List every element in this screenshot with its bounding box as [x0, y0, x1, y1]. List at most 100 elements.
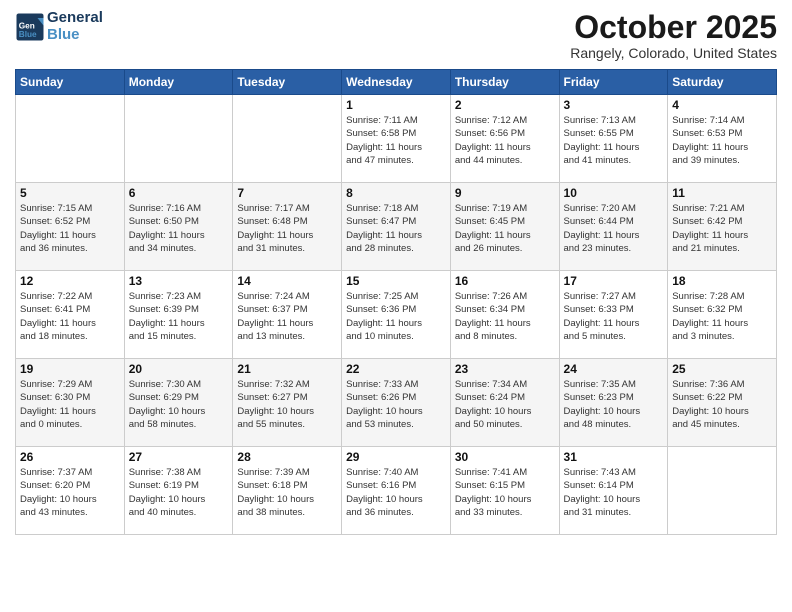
calendar-cell: 17 Sunrise: 7:27 AM Sunset: 6:33 PM Dayli… [559, 271, 668, 359]
day-info: Sunrise: 7:12 AM Sunset: 6:56 PM Dayligh… [455, 114, 555, 167]
svg-text:Blue: Blue [19, 29, 37, 38]
day-info: Sunrise: 7:23 AM Sunset: 6:39 PM Dayligh… [129, 290, 229, 343]
calendar-cell: 16Sunrise: 7:26 AM Sunset: 6:34 PM Dayli… [450, 271, 559, 359]
day-number: 10 [564, 186, 664, 200]
calendar-week-4: 19 Sunrise: 7:29 AM Sunset: 6:30 PM Dayli… [16, 359, 777, 447]
day-number: 14 [237, 274, 337, 288]
logo-line1: General [47, 10, 103, 27]
calendar-cell: 22Sunrise: 7:33 AM Sunset: 6:26 PM Dayli… [342, 359, 451, 447]
calendar-cell: 31 Sunrise: 7:43 AM Sunset: 6:14 PM Dayli… [559, 447, 668, 535]
calendar-cell: 21Sunrise: 7:32 AM Sunset: 6:27 PM Dayli… [233, 359, 342, 447]
calendar-cell: 11Sunrise: 7:21 AM Sunset: 6:42 PM Dayli… [668, 183, 777, 271]
day-info: Sunrise: 7:24 AM Sunset: 6:37 PM Dayligh… [237, 290, 337, 343]
day-info: Sunrise: 7:18 AM Sunset: 6:47 PM Dayligh… [346, 202, 446, 255]
day-info: Sunrise: 7:17 AM Sunset: 6:48 PM Dayligh… [237, 202, 337, 255]
calendar-header-row: SundayMondayTuesdayWednesdayThursdayFrid… [16, 70, 777, 95]
day-number: 19 [20, 362, 120, 376]
day-number: 20 [129, 362, 229, 376]
calendar-cell [124, 95, 233, 183]
day-info: Sunrise: 7:30 AM Sunset: 6:29 PM Dayligh… [129, 378, 229, 431]
calendar-week-1: 1 Sunrise: 7:11 AM Sunset: 6:58 PM Daylig… [16, 95, 777, 183]
day-info: Sunrise: 7:36 AM Sunset: 6:22 PM Dayligh… [672, 378, 772, 431]
day-number: 18 [672, 274, 772, 288]
day-number: 30 [455, 450, 555, 464]
day-number: 22 [346, 362, 446, 376]
calendar-cell: 26Sunrise: 7:37 AM Sunset: 6:20 PM Dayli… [16, 447, 125, 535]
day-info: Sunrise: 7:40 AM Sunset: 6:16 PM Dayligh… [346, 466, 446, 519]
day-number: 2 [455, 98, 555, 112]
calendar-cell: 10 Sunrise: 7:20 AM Sunset: 6:44 PM Dayli… [559, 183, 668, 271]
day-number: 13 [129, 274, 229, 288]
day-info: Sunrise: 7:14 AM Sunset: 6:53 PM Dayligh… [672, 114, 772, 167]
calendar-cell: 29 Sunrise: 7:40 AM Sunset: 6:16 PM Dayli… [342, 447, 451, 535]
month-title: October 2025 [570, 10, 777, 45]
calendar-cell: 28Sunrise: 7:39 AM Sunset: 6:18 PM Dayli… [233, 447, 342, 535]
calendar-cell: 5Sunrise: 7:15 AM Sunset: 6:52 PM Daylig… [16, 183, 125, 271]
day-header-sunday: Sunday [16, 70, 125, 95]
day-info: Sunrise: 7:39 AM Sunset: 6:18 PM Dayligh… [237, 466, 337, 519]
day-info: Sunrise: 7:38 AM Sunset: 6:19 PM Dayligh… [129, 466, 229, 519]
calendar-cell [668, 447, 777, 535]
calendar-week-2: 5Sunrise: 7:15 AM Sunset: 6:52 PM Daylig… [16, 183, 777, 271]
day-header-wednesday: Wednesday [342, 70, 451, 95]
calendar-cell: 6Sunrise: 7:16 AM Sunset: 6:50 PM Daylig… [124, 183, 233, 271]
day-info: Sunrise: 7:25 AM Sunset: 6:36 PM Dayligh… [346, 290, 446, 343]
day-info: Sunrise: 7:21 AM Sunset: 6:42 PM Dayligh… [672, 202, 772, 255]
calendar-cell: 12Sunrise: 7:22 AM Sunset: 6:41 PM Dayli… [16, 271, 125, 359]
day-info: Sunrise: 7:26 AM Sunset: 6:34 PM Dayligh… [455, 290, 555, 343]
calendar-cell: 3Sunrise: 7:13 AM Sunset: 6:55 PM Daylig… [559, 95, 668, 183]
day-header-monday: Monday [124, 70, 233, 95]
calendar-cell: 24 Sunrise: 7:35 AM Sunset: 6:23 PM Dayli… [559, 359, 668, 447]
day-header-thursday: Thursday [450, 70, 559, 95]
day-header-friday: Friday [559, 70, 668, 95]
calendar-table: SundayMondayTuesdayWednesdayThursdayFrid… [15, 69, 777, 535]
day-info: Sunrise: 7:29 AM Sunset: 6:30 PM Dayligh… [20, 378, 120, 431]
calendar-cell [16, 95, 125, 183]
calendar-cell: 25 Sunrise: 7:36 AM Sunset: 6:22 PM Dayli… [668, 359, 777, 447]
calendar-cell: 4Sunrise: 7:14 AM Sunset: 6:53 PM Daylig… [668, 95, 777, 183]
day-number: 15 [346, 274, 446, 288]
calendar-cell: 9 Sunrise: 7:19 AM Sunset: 6:45 PM Daylig… [450, 183, 559, 271]
day-info: Sunrise: 7:16 AM Sunset: 6:50 PM Dayligh… [129, 202, 229, 255]
logo-text: General Blue [47, 10, 103, 43]
day-number: 21 [237, 362, 337, 376]
day-number: 1 [346, 98, 446, 112]
day-number: 25 [672, 362, 772, 376]
calendar-cell: 30Sunrise: 7:41 AM Sunset: 6:15 PM Dayli… [450, 447, 559, 535]
day-info: Sunrise: 7:15 AM Sunset: 6:52 PM Dayligh… [20, 202, 120, 255]
day-info: Sunrise: 7:20 AM Sunset: 6:44 PM Dayligh… [564, 202, 664, 255]
day-number: 24 [564, 362, 664, 376]
day-number: 29 [346, 450, 446, 464]
page: Gen Blue General Blue October 2025 Range… [0, 0, 792, 612]
day-info: Sunrise: 7:27 AM Sunset: 6:33 PM Dayligh… [564, 290, 664, 343]
day-number: 27 [129, 450, 229, 464]
header: Gen Blue General Blue October 2025 Range… [15, 10, 777, 61]
calendar-week-5: 26Sunrise: 7:37 AM Sunset: 6:20 PM Dayli… [16, 447, 777, 535]
calendar-cell [233, 95, 342, 183]
day-header-saturday: Saturday [668, 70, 777, 95]
day-number: 31 [564, 450, 664, 464]
day-info: Sunrise: 7:19 AM Sunset: 6:45 PM Dayligh… [455, 202, 555, 255]
calendar-cell: 2 Sunrise: 7:12 AM Sunset: 6:56 PM Daylig… [450, 95, 559, 183]
day-number: 7 [237, 186, 337, 200]
day-info: Sunrise: 7:37 AM Sunset: 6:20 PM Dayligh… [20, 466, 120, 519]
title-block: October 2025 Rangely, Colorado, United S… [570, 10, 777, 61]
calendar-cell: 18Sunrise: 7:28 AM Sunset: 6:32 PM Dayli… [668, 271, 777, 359]
day-number: 9 [455, 186, 555, 200]
calendar-cell: 8 Sunrise: 7:18 AM Sunset: 6:47 PM Daylig… [342, 183, 451, 271]
day-number: 8 [346, 186, 446, 200]
calendar-cell: 1 Sunrise: 7:11 AM Sunset: 6:58 PM Daylig… [342, 95, 451, 183]
location: Rangely, Colorado, United States [570, 45, 777, 61]
day-info: Sunrise: 7:11 AM Sunset: 6:58 PM Dayligh… [346, 114, 446, 167]
calendar-cell: 14 Sunrise: 7:24 AM Sunset: 6:37 PM Dayli… [233, 271, 342, 359]
day-info: Sunrise: 7:34 AM Sunset: 6:24 PM Dayligh… [455, 378, 555, 431]
day-info: Sunrise: 7:43 AM Sunset: 6:14 PM Dayligh… [564, 466, 664, 519]
day-info: Sunrise: 7:35 AM Sunset: 6:23 PM Dayligh… [564, 378, 664, 431]
day-number: 23 [455, 362, 555, 376]
calendar-cell: 19 Sunrise: 7:29 AM Sunset: 6:30 PM Dayli… [16, 359, 125, 447]
day-number: 17 [564, 274, 664, 288]
day-info: Sunrise: 7:13 AM Sunset: 6:55 PM Dayligh… [564, 114, 664, 167]
logo-icon: Gen Blue [15, 12, 45, 42]
calendar-cell: 20 Sunrise: 7:30 AM Sunset: 6:29 PM Dayli… [124, 359, 233, 447]
calendar-week-3: 12Sunrise: 7:22 AM Sunset: 6:41 PM Dayli… [16, 271, 777, 359]
